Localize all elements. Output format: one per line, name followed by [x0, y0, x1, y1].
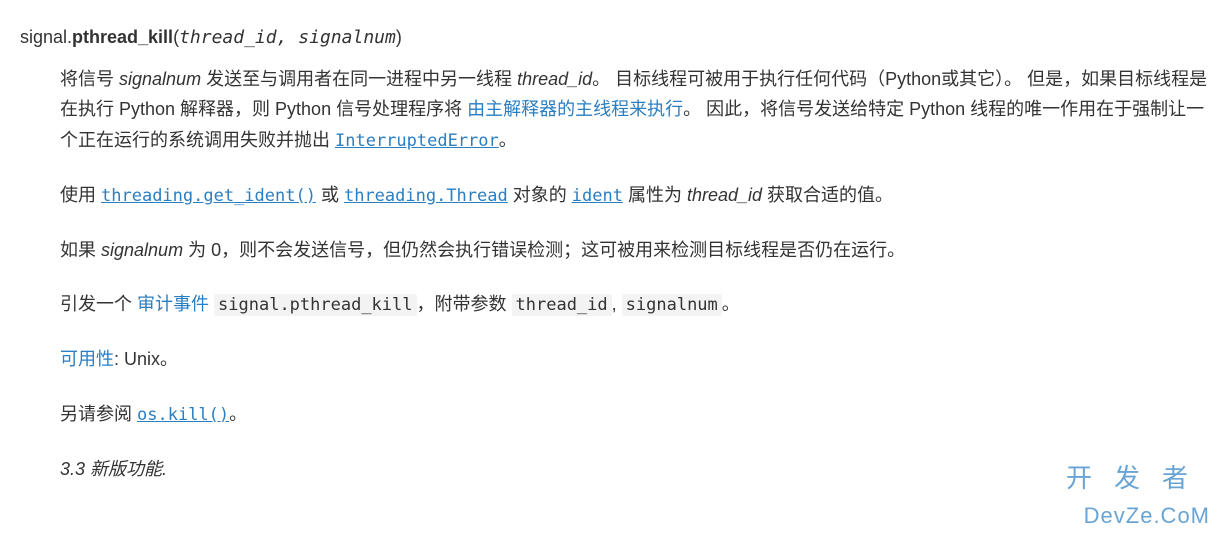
param-ref: signalnum [119, 69, 201, 89]
text: 另请参阅 [60, 404, 137, 424]
param-ref: thread_id [687, 185, 762, 205]
description-block: 将信号 signalnum 发送至与调用者在同一进程中另一线程 thread_i… [20, 64, 1210, 485]
threading-thread-link[interactable]: threading.Thread [344, 186, 508, 206]
param-ref: thread_id [517, 69, 592, 89]
version-added: 3.3 新版功能. [60, 454, 1210, 485]
para-2: 使用 threading.get_ident() 或 threading.Thr… [60, 180, 1210, 211]
watermark-bottom: DevZe.CoM [1044, 497, 1210, 534]
text: 为 0，则不会发送信号，但仍然会执行错误检测；这可被用来检测目标线程是否仍在运行… [183, 240, 905, 260]
sig-funcname: pthread_kill [72, 27, 173, 47]
sig-param-2: signalnum [298, 27, 396, 48]
function-signature: signal.pthread_kill(thread_id, signalnum… [20, 22, 1210, 54]
threading-get-ident-link[interactable]: threading.get_ident() [101, 186, 316, 206]
sig-close-paren: ) [396, 27, 402, 47]
audit-event-link[interactable]: 审计事件 [137, 294, 209, 314]
para-3: 如果 signalnum 为 0，则不会发送信号，但仍然会执行错误检测；这可被用… [60, 235, 1210, 266]
text: 将信号 [60, 69, 119, 89]
os-kill-link[interactable]: os.kill() [137, 405, 229, 425]
text: , [612, 294, 622, 314]
para-6-seealso: 另请参阅 os.kill()。 [60, 399, 1210, 430]
availability-link[interactable]: 可用性 [60, 349, 114, 369]
text: 引发一个 [60, 294, 137, 314]
para-1: 将信号 signalnum 发送至与调用者在同一进程中另一线程 thread_i… [60, 64, 1210, 156]
main-interpreter-link[interactable]: 由主解释器的主线程来执行 [467, 99, 683, 119]
text: 。 [499, 130, 517, 150]
text: 属性为 [623, 185, 687, 205]
text: 获取合适的值。 [762, 185, 893, 205]
sig-param-sep: , [277, 27, 299, 48]
text: 对象的 [508, 185, 572, 205]
text: ，附带参数 [417, 294, 512, 314]
text: : Unix。 [114, 349, 178, 369]
audit-event-name: signal.pthread_kill [214, 294, 416, 316]
audit-arg-2: signalnum [622, 294, 722, 316]
text: 发送至与调用者在同一进程中另一线程 [201, 69, 517, 89]
text: 使用 [60, 185, 101, 205]
para-5-availability: 可用性: Unix。 [60, 344, 1210, 375]
text: 。 [722, 294, 740, 314]
interruptederror-link[interactable]: InterruptedError [335, 131, 499, 151]
text: 如果 [60, 240, 101, 260]
text: 或 [316, 185, 344, 205]
ident-attr-link[interactable]: ident [572, 186, 623, 206]
sig-module: signal. [20, 27, 72, 47]
text: 。 [229, 404, 247, 424]
para-4: 引发一个 审计事件 signal.pthread_kill，附带参数 threa… [60, 289, 1210, 320]
param-ref: signalnum [101, 240, 183, 260]
sig-param-1: thread_id [179, 27, 277, 48]
audit-arg-1: thread_id [512, 294, 612, 316]
